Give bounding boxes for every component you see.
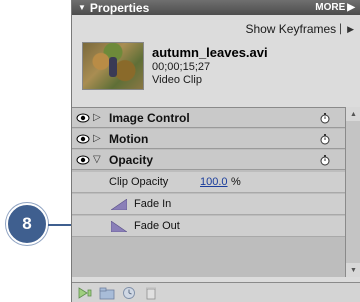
effect-row-image-control[interactable]: ▷ Image Control bbox=[72, 108, 345, 128]
clip-type: Video Clip bbox=[152, 74, 202, 86]
fade-in-icon bbox=[110, 197, 128, 210]
effect-label: Opacity bbox=[109, 152, 154, 167]
show-keyframes-toggle[interactable]: Show Keyframes ▏▶ bbox=[245, 22, 354, 36]
expand-arrow-icon[interactable]: ▷ bbox=[93, 133, 101, 144]
panel-titlebar: ▼ Properties MORE ▶ bbox=[72, 0, 360, 15]
scroll-up-icon[interactable]: ▲ bbox=[346, 107, 360, 121]
keyframes-arrow-icon: ▏▶ bbox=[340, 23, 354, 34]
fade-out-icon bbox=[110, 219, 128, 232]
show-keyframes-label: Show Keyframes bbox=[245, 22, 337, 36]
clip-opacity-unit: % bbox=[231, 176, 241, 188]
clip-opacity-row: Clip Opacity 100.0 % bbox=[72, 172, 345, 193]
thumbnail-figure bbox=[109, 57, 117, 77]
properties-panel: ▼ Properties MORE ▶ Show Keyframes ▏▶ au… bbox=[71, 0, 360, 302]
collapse-triangle-icon[interactable]: ▼ bbox=[78, 3, 86, 12]
effect-label: Image Control bbox=[109, 110, 190, 125]
step-callout: 8 bbox=[6, 203, 48, 245]
clip-opacity-label: Clip Opacity bbox=[109, 176, 169, 188]
callout-number: 8 bbox=[22, 214, 32, 233]
folder-icon[interactable] bbox=[98, 285, 116, 301]
reset-stopwatch-icon[interactable] bbox=[319, 133, 331, 145]
clip-opacity-value[interactable]: 100.0 bbox=[200, 176, 228, 188]
reset-stopwatch-icon[interactable] bbox=[319, 112, 331, 124]
fade-in-button[interactable]: Fade In bbox=[72, 194, 345, 215]
more-arrow-icon: ▶ bbox=[347, 2, 355, 13]
collapse-arrow-icon[interactable]: ▽ bbox=[93, 154, 101, 165]
clock-icon[interactable] bbox=[120, 285, 138, 301]
fade-in-label: Fade In bbox=[134, 198, 172, 210]
clip-duration: 00;00;15;27 bbox=[152, 61, 211, 73]
more-button[interactable]: MORE ▶ bbox=[315, 2, 355, 13]
eye-icon[interactable] bbox=[75, 133, 91, 145]
effects-list: ▷ Image Control ▷ Motion ▽ Opacity Clip … bbox=[72, 107, 345, 277]
effect-row-opacity[interactable]: ▽ Opacity bbox=[72, 150, 345, 170]
eye-icon[interactable] bbox=[75, 154, 91, 166]
eye-icon[interactable] bbox=[75, 112, 91, 124]
clip-thumbnail bbox=[82, 42, 144, 90]
fade-out-label: Fade Out bbox=[134, 220, 180, 232]
panel-bottom-toolbar bbox=[72, 282, 360, 302]
fade-out-button[interactable]: Fade Out bbox=[72, 216, 345, 237]
add-effect-icon[interactable] bbox=[76, 285, 94, 301]
effect-label: Motion bbox=[109, 131, 149, 146]
panel-title: Properties bbox=[89, 0, 150, 15]
scroll-down-icon[interactable]: ▼ bbox=[346, 263, 360, 277]
expand-arrow-icon[interactable]: ▷ bbox=[93, 112, 101, 123]
trash-icon[interactable] bbox=[142, 285, 160, 301]
reset-stopwatch-icon[interactable] bbox=[319, 154, 331, 166]
clip-name: autumn_leaves.avi bbox=[152, 45, 268, 60]
effects-scrollbar[interactable]: ▲ ▼ bbox=[345, 107, 360, 277]
more-label: MORE bbox=[315, 2, 346, 13]
effect-row-motion[interactable]: ▷ Motion bbox=[72, 129, 345, 149]
